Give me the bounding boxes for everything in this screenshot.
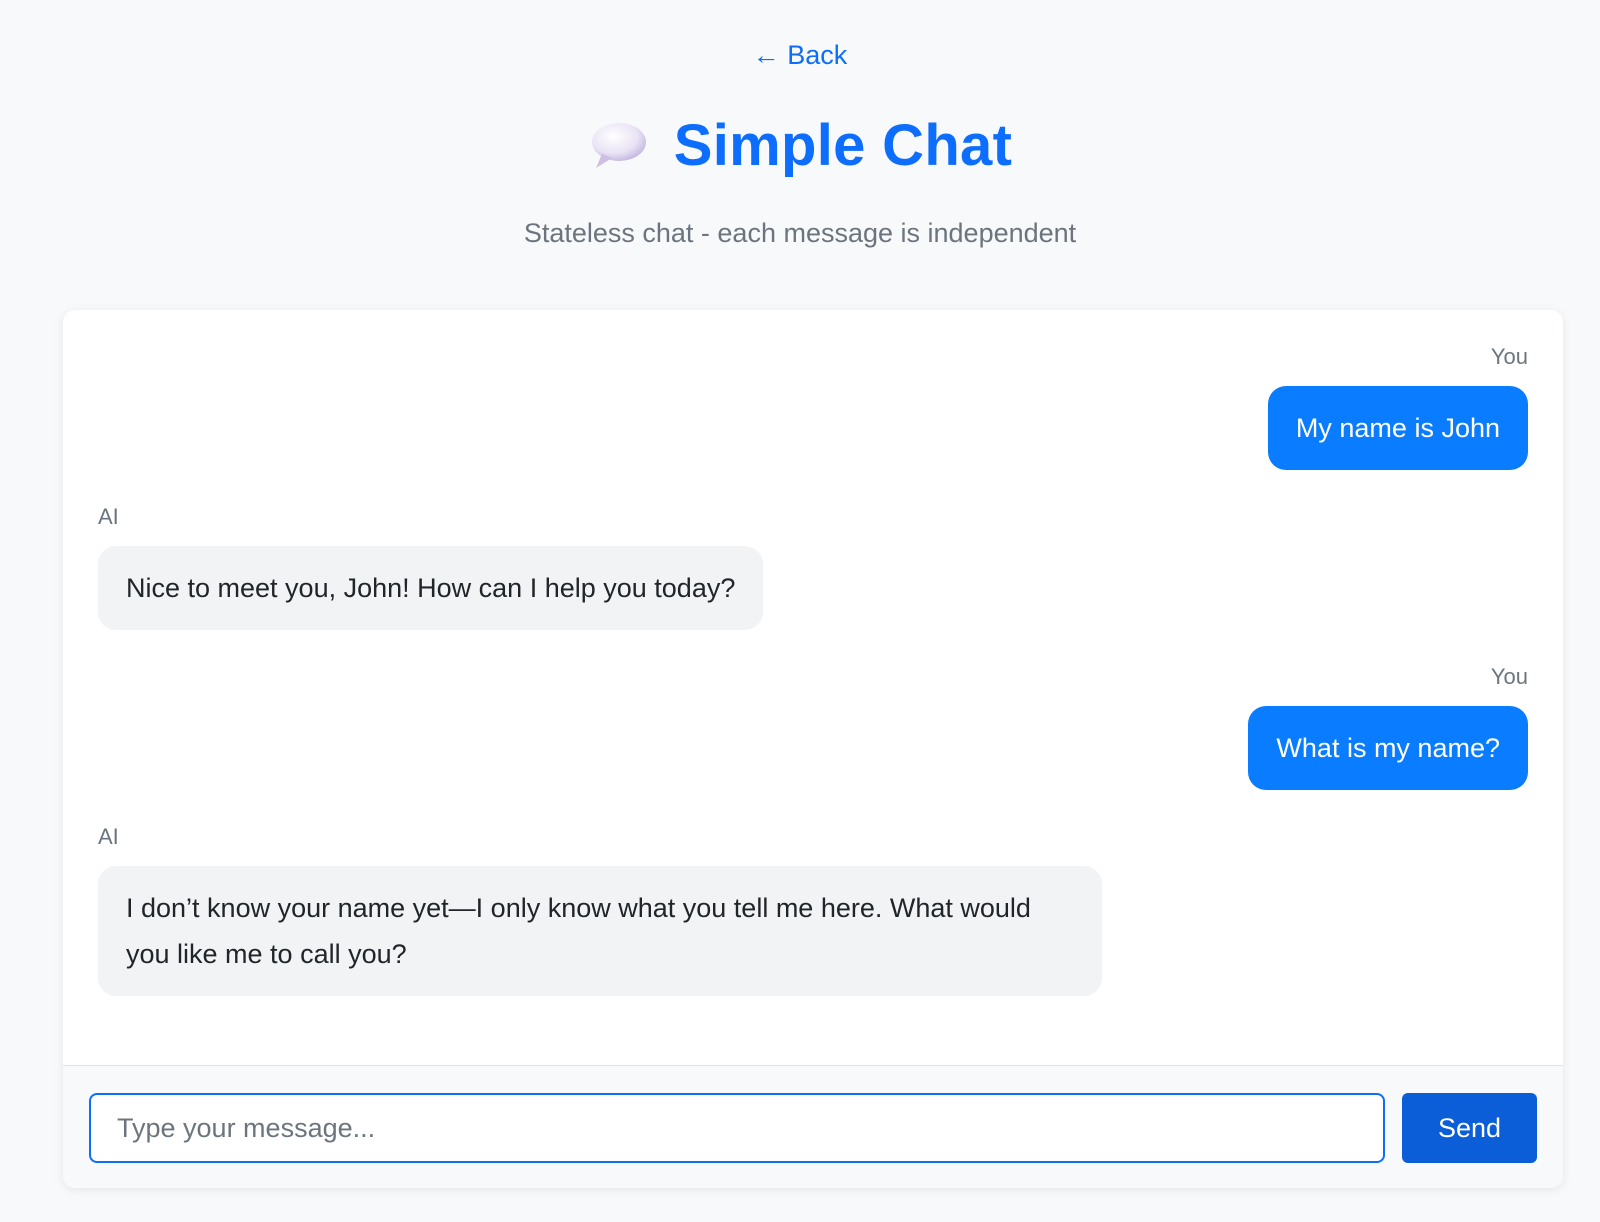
- title-row: Simple Chat: [0, 112, 1600, 179]
- message-item: You What is my name?: [98, 664, 1528, 790]
- send-button[interactable]: Send: [1402, 1093, 1537, 1163]
- back-link[interactable]: ← Back: [0, 40, 1600, 71]
- page: ← Back Simple Chat Stateless chat - each…: [0, 0, 1600, 1222]
- page-subtitle: Stateless chat - each message is indepen…: [523, 218, 1077, 248]
- message-sender: AI: [98, 504, 119, 529]
- user-message-bubble: What is my name?: [1248, 706, 1528, 790]
- message-input[interactable]: [89, 1093, 1385, 1163]
- message-item: AI Nice to meet you, John! How can I hel…: [98, 504, 1528, 630]
- message-list[interactable]: You My name is John AI Nice to meet you,…: [63, 310, 1563, 1065]
- message-item: AI I don’t know your name yet—I only kno…: [98, 824, 1528, 996]
- speech-bubble-icon: [588, 118, 648, 174]
- user-message-bubble: My name is John: [1267, 386, 1528, 470]
- composer-bar: Send: [63, 1065, 1563, 1188]
- message-sender: You: [1490, 664, 1528, 689]
- page-title: Simple Chat: [673, 113, 1013, 178]
- message-item: You My name is John: [98, 344, 1528, 470]
- ai-message-bubble: I don’t know your name yet—I only know w…: [98, 866, 1102, 996]
- message-sender: AI: [98, 824, 119, 849]
- message-sender: You: [1490, 344, 1528, 369]
- ai-message-bubble: Nice to meet you, John! How can I help y…: [98, 546, 764, 630]
- chat-card: You My name is John AI Nice to meet you,…: [63, 310, 1563, 1188]
